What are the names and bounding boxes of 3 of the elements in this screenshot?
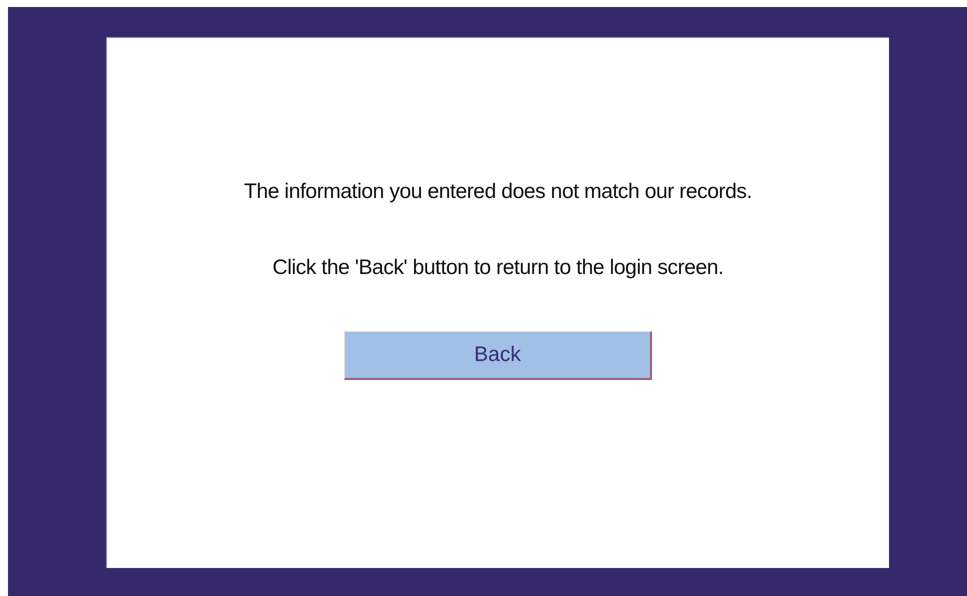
error-message: Click the 'Back' button to return to the login screen. xyxy=(272,255,724,281)
error-message: The information you entered does not match our records. xyxy=(244,179,752,205)
back-button[interactable]: Back xyxy=(344,331,652,380)
